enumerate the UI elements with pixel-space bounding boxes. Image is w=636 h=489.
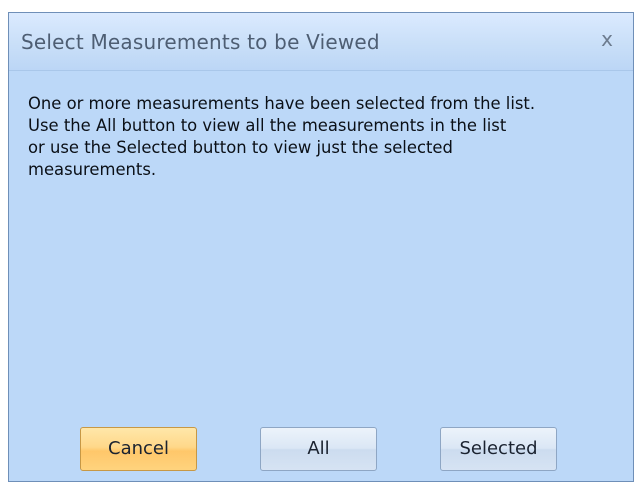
all-button[interactable]: All [260,427,377,471]
dialog-message: One or more measurements have been selec… [28,94,536,179]
cancel-button[interactable]: Cancel [80,427,197,471]
dialog-title: Select Measurements to be Viewed [21,30,380,54]
close-button[interactable]: x [593,25,621,53]
dialog-titlebar[interactable]: Select Measurements to be Viewed x [9,13,633,71]
selected-button[interactable]: Selected [440,427,557,471]
select-measurements-dialog: Select Measurements to be Viewed x One o… [8,12,634,482]
